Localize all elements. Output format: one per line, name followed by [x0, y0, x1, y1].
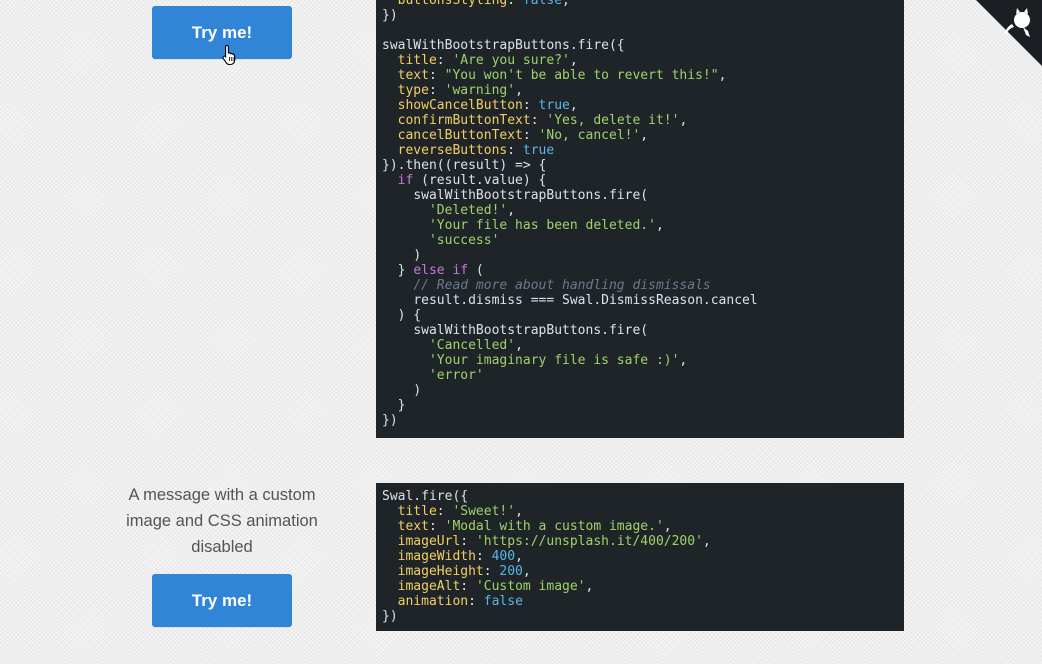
code-string: 'Your file has been deleted.' — [428, 218, 656, 233]
code-key: imageHeight — [397, 564, 484, 579]
code-value: 'Sweet!' — [452, 504, 516, 519]
code-text: ) — [413, 248, 422, 263]
code-value: 'Yes, delete it!' — [546, 113, 680, 128]
code-comment: // Read more about handling dismissals — [413, 278, 711, 293]
code-value: 200 — [499, 564, 523, 579]
code-key: animation — [397, 594, 469, 609]
code-value: false — [483, 594, 523, 609]
code-key: buttonsStyling — [397, 0, 508, 8]
code-block-custom-image: Swal.fire({ title: 'Sweet!', text: 'Moda… — [376, 483, 904, 631]
code-line: }) — [382, 8, 398, 23]
code-string: 'error' — [428, 368, 484, 383]
code-key: reverseButtons — [397, 143, 508, 158]
code-value: 'warning' — [444, 83, 516, 98]
code-key: title — [397, 53, 437, 68]
code-keyword: if — [397, 173, 414, 188]
code-value: 'Modal with a custom image.' — [444, 519, 664, 534]
code-line: Swal.fire({ — [382, 489, 469, 504]
code-key: text — [397, 68, 429, 83]
code-key: imageUrl — [397, 534, 461, 549]
example-description: A message with a custom image and CSS an… — [126, 486, 318, 556]
code-string: 'Deleted!' — [428, 203, 508, 218]
code-text: ( — [468, 263, 484, 278]
code-text: result.dismiss === Swal.DismissReason.ca… — [413, 293, 758, 308]
code-value: 400 — [491, 549, 516, 564]
code-key: confirmButtonText — [397, 113, 531, 128]
code-value: true — [538, 98, 570, 113]
code-value: 'Are you sure?' — [452, 53, 570, 68]
code-string: 'Cancelled' — [428, 338, 516, 353]
code-string: 'success' — [428, 233, 500, 248]
code-line: }).then((result) => { — [382, 158, 547, 173]
try-me-button-custom-image[interactable]: Try me! — [152, 574, 292, 627]
code-text: } — [397, 398, 406, 413]
code-key: imageAlt — [397, 579, 461, 594]
code-key: type — [397, 83, 429, 98]
code-text: swalWithBootstrapButtons.fire( — [413, 323, 649, 338]
code-text: (result.value) { — [413, 173, 547, 188]
code-key: imageWidth — [397, 549, 476, 564]
code-text: ) { — [397, 308, 422, 323]
code-text: ) — [413, 383, 422, 398]
code-text: } — [397, 263, 414, 278]
code-value: false — [522, 0, 563, 8]
hand-pointer-icon — [222, 44, 236, 66]
code-key: cancelButtonText — [397, 128, 523, 143]
code-line: }) — [382, 413, 398, 428]
code-key: title — [397, 504, 437, 519]
code-key: showCancelButton — [397, 98, 523, 113]
code-value: true — [522, 143, 555, 158]
code-value: 'Custom image' — [475, 579, 586, 594]
code-string: 'Your imaginary file is safe :)' — [428, 353, 680, 368]
code-key: text — [397, 519, 429, 534]
code-value: 'https://unsplash.it/400/200' — [475, 534, 703, 549]
code-keyword: else if — [413, 263, 469, 278]
code-value: 'No, cancel!' — [538, 128, 641, 143]
code-value: "You won't be able to revert this!" — [444, 68, 719, 83]
code-text: swalWithBootstrapButtons.fire( — [413, 188, 649, 203]
code-block-confirm-dialog: buttonsStyling: false,}) swalWithBootstr… — [376, 0, 904, 438]
code-line: }) — [382, 609, 398, 624]
code-line: swalWithBootstrapButtons.fire({ — [382, 38, 625, 53]
github-octocat-icon[interactable] — [976, 0, 1042, 66]
